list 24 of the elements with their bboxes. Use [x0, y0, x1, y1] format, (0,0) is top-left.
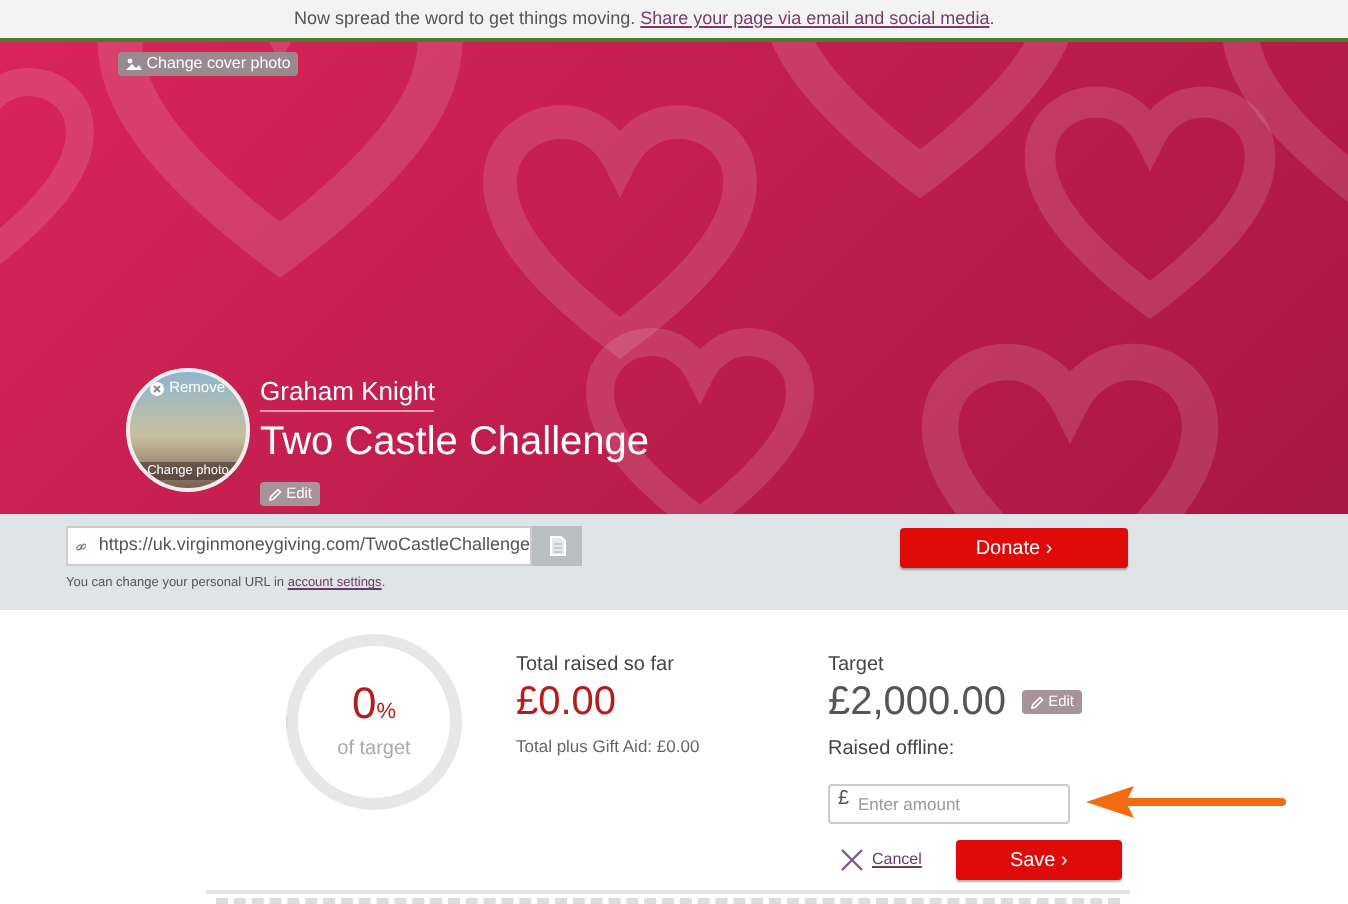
fundraiser-name: Graham Knight: [260, 376, 435, 412]
percent-caption: of target: [337, 735, 411, 763]
close-icon: [840, 848, 864, 872]
gift-aid-total: Total plus Gift Aid: £0.00: [516, 734, 702, 760]
pencil-icon: [268, 487, 282, 502]
page-title: Two Castle Challenge: [260, 418, 650, 466]
save-button[interactable]: Save ›: [955, 840, 1122, 880]
url-field[interactable]: https://uk.virginmoneygiving.com/TwoCastleChallenge: [66, 526, 532, 566]
pencil-icon: [1029, 695, 1044, 710]
percent-value: 0%: [351, 681, 397, 731]
document-icon: [549, 536, 565, 556]
raised-offline-label: Raised offline:: [828, 738, 957, 762]
copy-button[interactable]: [532, 526, 582, 566]
notice-text: Now spread the word to get things moving. Share your page via email and social media.: [294, 6, 997, 30]
image-icon: [126, 57, 142, 70]
currency-symbol: £: [838, 786, 850, 814]
close-icon: [150, 381, 165, 396]
share-link[interactable]: Share your page via email and social media: [640, 8, 990, 28]
total-raised-label: Total raised so far: [516, 654, 676, 678]
total-raised-amount: £0.00: [516, 678, 619, 726]
donate-button[interactable]: Donate ›: [900, 528, 1128, 568]
target-amount: £2,000.00: [828, 678, 1006, 726]
cancel-link[interactable]: Cancel: [840, 848, 922, 872]
target-label: Target: [828, 654, 886, 678]
